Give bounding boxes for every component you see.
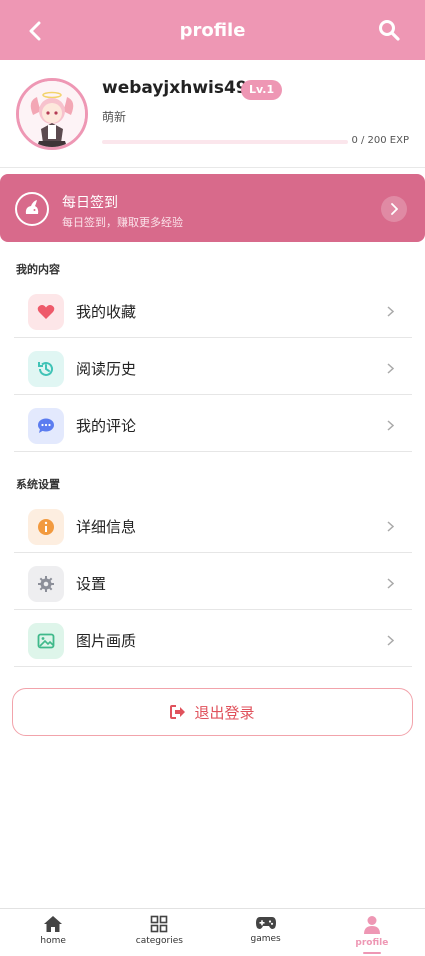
exp-text: 0 / 200 EXP [351,135,409,146]
grid-icon [151,915,168,933]
image-icon [28,623,64,659]
comment-icon [28,408,64,444]
search-button[interactable] [375,16,403,44]
menu-label: 设置 [76,575,107,593]
menu-item-image-quality[interactable]: 图片画质 [14,612,412,667]
back-button[interactable] [22,18,48,44]
username: webayjxhwis491 [102,78,260,98]
avatar[interactable] [16,78,88,150]
nav-label: categories [135,936,183,946]
nav-item-profile[interactable]: profile [319,909,425,956]
page-title: profile [179,19,246,41]
bottom-navigation: home categories games profile [0,908,425,956]
chevron-right-icon [391,203,398,215]
chevron-right-icon [384,575,396,591]
checkin-subtitle: 每日签到，赚取更多经验 [62,216,183,229]
checkin-title: 每日签到 [62,195,118,211]
section-title-my-content: 我的内容 [16,263,60,276]
menu-item-my-comments[interactable]: 我的评论 [14,397,412,452]
active-tab-indicator [362,952,381,954]
anime-girl-avatar-icon [19,81,85,147]
chevron-right-icon [384,632,396,648]
logout-button[interactable]: 退出登录 [12,688,413,736]
exp-progress-bar [102,140,348,144]
chevron-left-icon [29,21,41,41]
chevron-right-icon [384,518,396,534]
user-rank-title: 萌新 [102,110,127,124]
gear-icon [28,566,64,602]
logout-icon [170,705,186,719]
menu-item-favorites[interactable]: 我的收藏 [14,283,412,338]
info-icon [28,509,64,545]
nav-item-home[interactable]: home [0,909,106,956]
section-title-system-settings: 系统设置 [16,478,60,491]
nav-label: profile [355,938,389,948]
nav-item-categories[interactable]: categories [106,909,212,956]
logout-label: 退出登录 [194,703,255,722]
home-icon [44,916,63,932]
menu-label: 我的评论 [76,417,137,435]
level-badge: Lv.1 [241,80,283,100]
daily-checkin-banner[interactable]: 每日签到 每日签到，赚取更多经验 [0,174,425,242]
menu-item-settings[interactable]: 设置 [14,555,412,610]
chevron-right-icon [384,360,396,376]
chevron-right-icon [384,417,396,433]
menu-item-details[interactable]: 详细信息 [14,498,412,553]
nav-label: games [250,934,281,944]
heart-icon [28,294,64,330]
search-icon [379,20,400,41]
user-icon [363,916,380,934]
top-app-bar: profile [0,0,425,60]
nav-label: home [40,936,66,946]
menu-label: 阅读历史 [76,360,137,378]
menu-label: 详细信息 [76,518,137,536]
chevron-right-icon [384,303,396,319]
menu-item-reading-history[interactable]: 阅读历史 [14,340,412,395]
menu-label: 我的收藏 [76,303,137,321]
nav-item-games[interactable]: games [213,909,319,956]
menu-label: 图片画质 [76,632,137,650]
profile-card: webayjxhwis491 Lv.1 萌新 0 / 200 EXP [0,60,425,168]
history-icon [28,351,64,387]
gamepad-icon [255,917,276,929]
rabbit-icon [15,192,49,226]
checkin-arrow-button[interactable] [381,196,407,222]
